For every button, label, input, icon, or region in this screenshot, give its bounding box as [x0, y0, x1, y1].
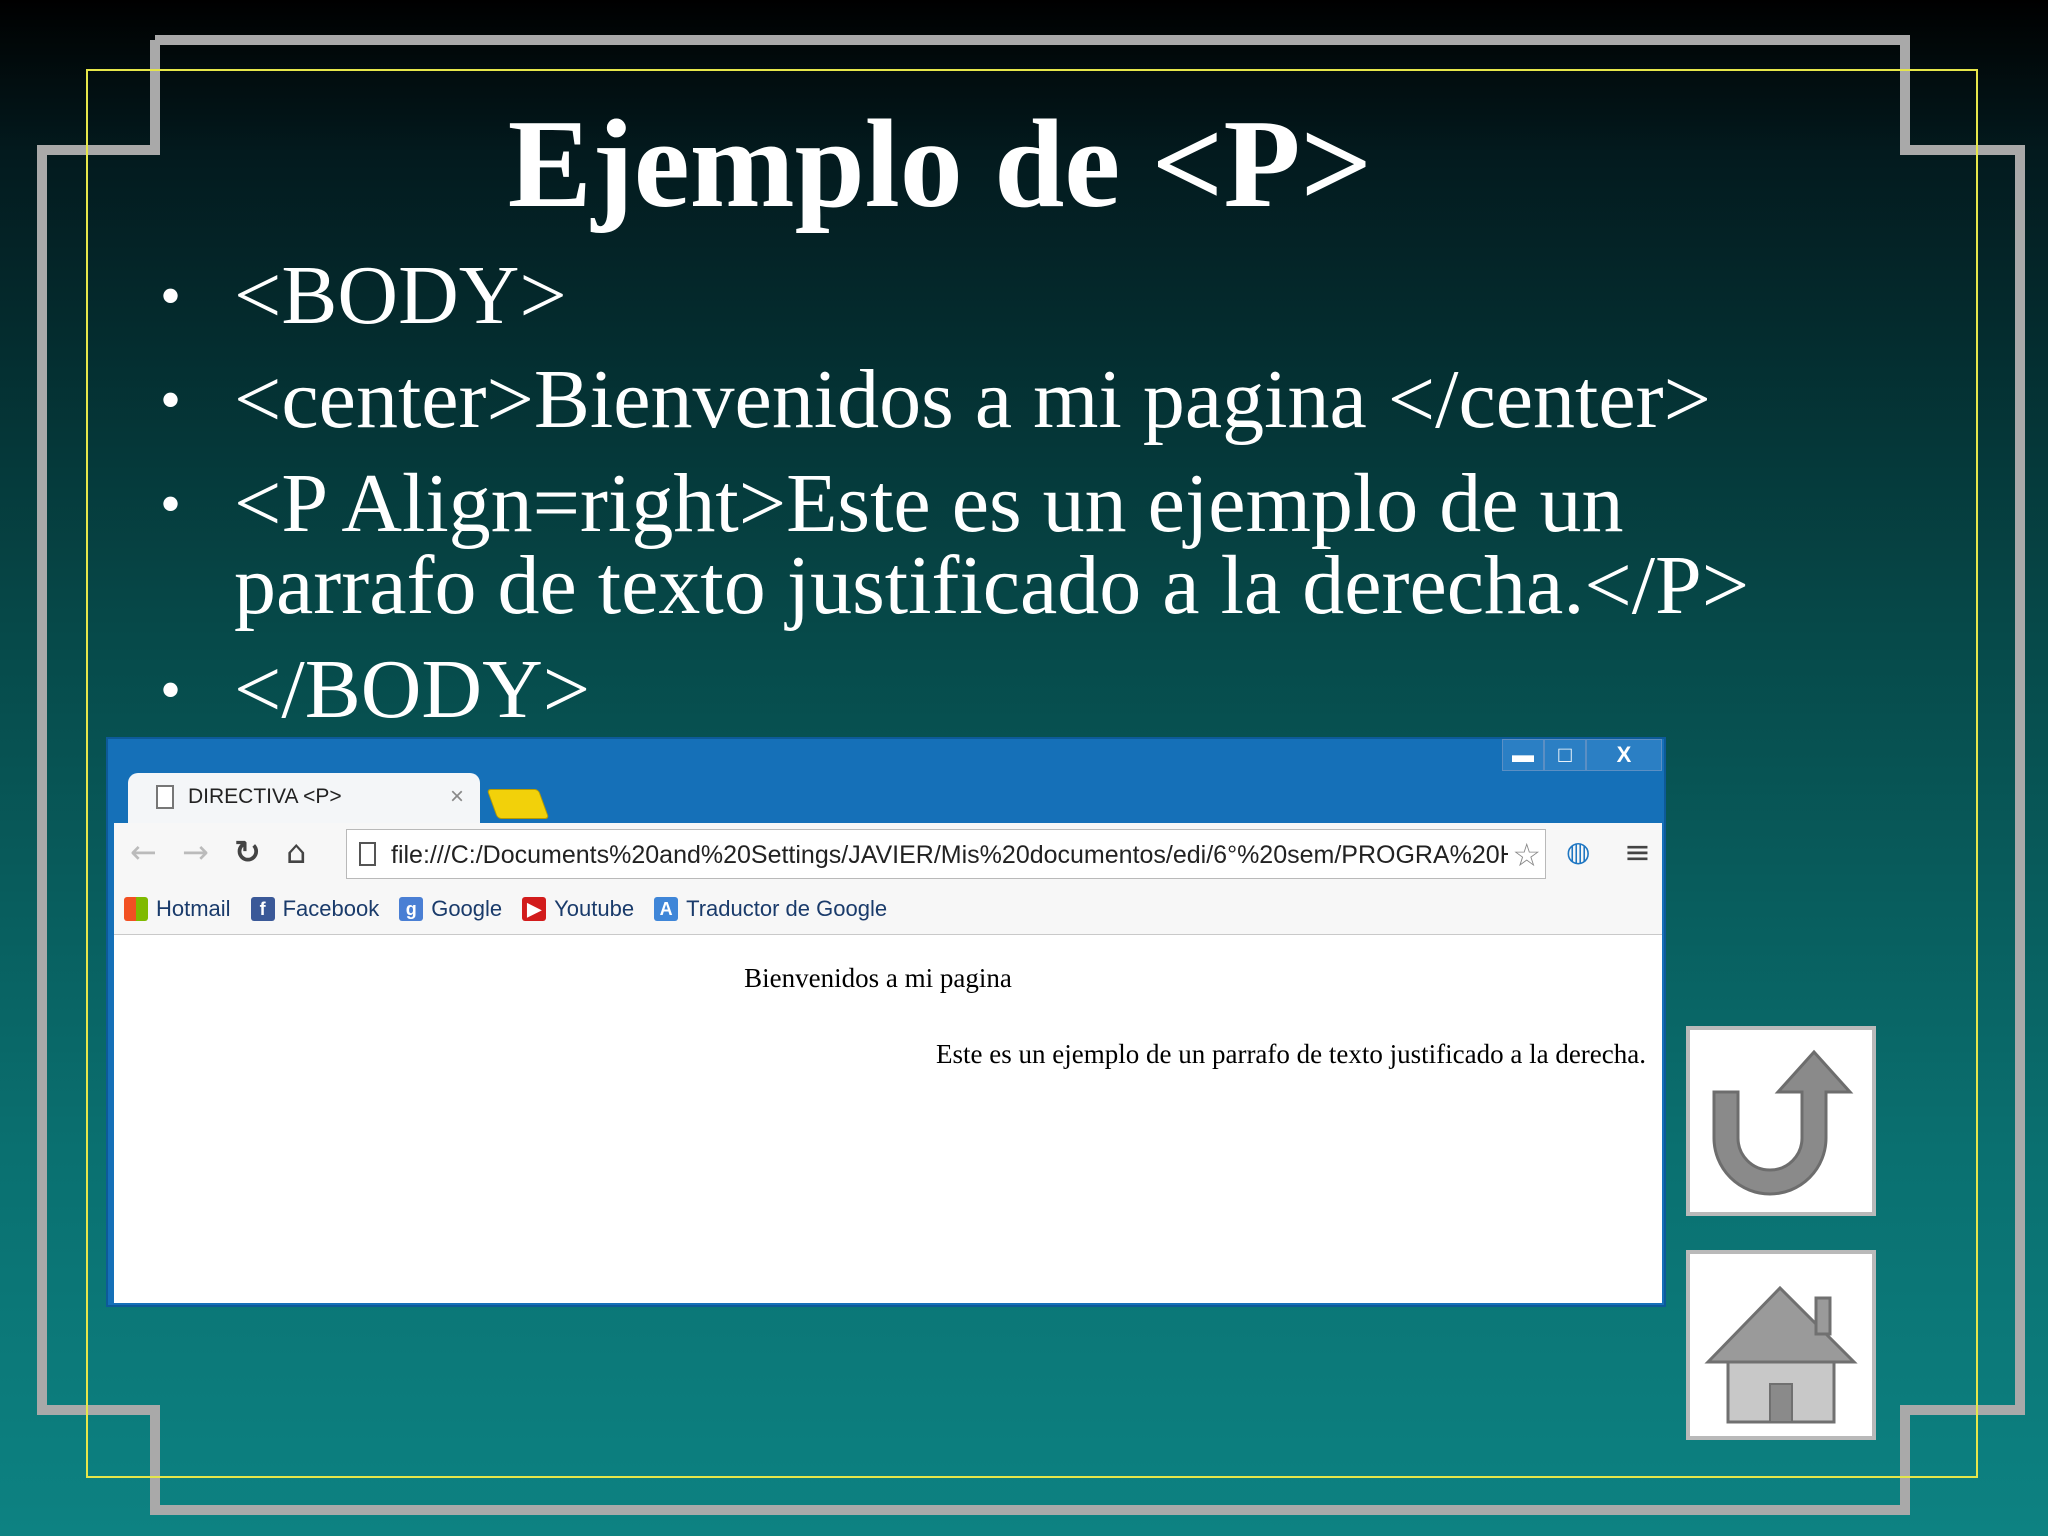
centered-text: Bienvenidos a mi pagina: [744, 963, 1012, 993]
forward-icon[interactable]: →: [182, 833, 209, 871]
bullet-text: </BODY>: [234, 643, 591, 736]
google-icon: g: [399, 896, 424, 921]
return-arrow-icon: [1712, 1049, 1854, 1196]
tab-title: DIRECTIVA <P>: [188, 785, 342, 808]
bullet-text: <center>Bienvenidos a mi pagina </center…: [234, 353, 1711, 446]
bookmark-hotmail[interactable]: Hotmail: [124, 896, 231, 922]
window-controls: ▬ □ X: [1502, 739, 1662, 773]
bullet-item: • </BODY>: [150, 648, 1850, 732]
minimize-button[interactable]: ▬: [1502, 739, 1544, 771]
maximize-button[interactable]: □: [1544, 739, 1586, 771]
home-icon[interactable]: ⌂: [286, 833, 306, 871]
browser-tab[interactable]: DIRECTIVA <P> ×: [128, 773, 480, 825]
browser-window: ▬ □ X DIRECTIVA <P> × ← → ↻ ⌂ file:///C:…: [106, 737, 1666, 1307]
bookmarks-bar: Hotmail f Facebook g Google ▶ Youtube A …: [114, 883, 1662, 935]
browser-toolbar: ← → ↻ ⌂ file:///C:/Documents%20and%20Set…: [114, 823, 1662, 883]
bookmark-label: Youtube: [554, 895, 635, 921]
bookmark-label: Hotmail: [156, 895, 231, 921]
bookmark-facebook[interactable]: f Facebook: [250, 895, 380, 922]
bookmark-google[interactable]: g Google: [399, 896, 502, 922]
back-nav-button[interactable]: [1686, 1026, 1876, 1216]
bullet-dot: •: [160, 263, 182, 329]
bookmark-translate[interactable]: A Traductor de Google: [654, 896, 887, 922]
page-icon: [156, 785, 174, 809]
bookmark-youtube[interactable]: ▶ Youtube: [522, 896, 634, 922]
back-icon[interactable]: ←: [130, 833, 157, 871]
new-tab-button[interactable]: [486, 789, 550, 819]
url-text: file:///C:/Documents%20and%20Settings/JA…: [391, 841, 1518, 869]
tab-close-icon[interactable]: ×: [450, 783, 464, 811]
reload-icon[interactable]: ↻: [234, 833, 261, 871]
youtube-icon: ▶: [522, 896, 547, 921]
bullet-text: <BODY>: [234, 249, 567, 342]
bullet-dot: •: [160, 367, 182, 433]
translate-icon: A: [654, 896, 679, 921]
close-window-button[interactable]: X: [1586, 739, 1662, 771]
windows-logo-icon: [124, 896, 148, 921]
bullet-list: • <BODY> • <center>Bienvenidos a mi pagina…: [150, 254, 1850, 753]
home-nav-button[interactable]: [1686, 1250, 1876, 1440]
menu-icon[interactable]: ≡: [1624, 833, 1651, 871]
page-content: Bienvenidos a mi pagina Este es un ejemp…: [114, 935, 1662, 1303]
extension-icon[interactable]: ◍: [1566, 835, 1590, 868]
address-bar[interactable]: file:///C:/Documents%20and%20Settings/JA…: [346, 829, 1546, 879]
bookmark-label: Google: [431, 895, 503, 921]
right-aligned-paragraph: Este es un ejemplo de un parrafo de text…: [936, 1039, 1646, 1069]
bullet-item: • <P Align=right>Este es un ejemplo de un…: [150, 462, 1850, 628]
bullet-item: • <center>Bienvenidos a mi pagina </cente…: [150, 358, 1850, 442]
bookmark-label: Facebook: [282, 895, 380, 921]
bullet-dot: •: [160, 471, 182, 537]
page-icon: [359, 842, 376, 866]
bookmark-label: Traductor de Google: [686, 895, 888, 921]
slide-title: Ejemplo de <P>: [507, 95, 1373, 234]
star-icon[interactable]: ☆: [1508, 836, 1541, 874]
bullet-item: • <BODY>: [150, 254, 1850, 338]
bullet-text: <P Align=right>Este es un ejemplo de un …: [234, 457, 1750, 632]
house-icon: [1704, 1285, 1858, 1424]
facebook-icon: f: [250, 896, 275, 921]
bullet-dot: •: [160, 657, 182, 723]
